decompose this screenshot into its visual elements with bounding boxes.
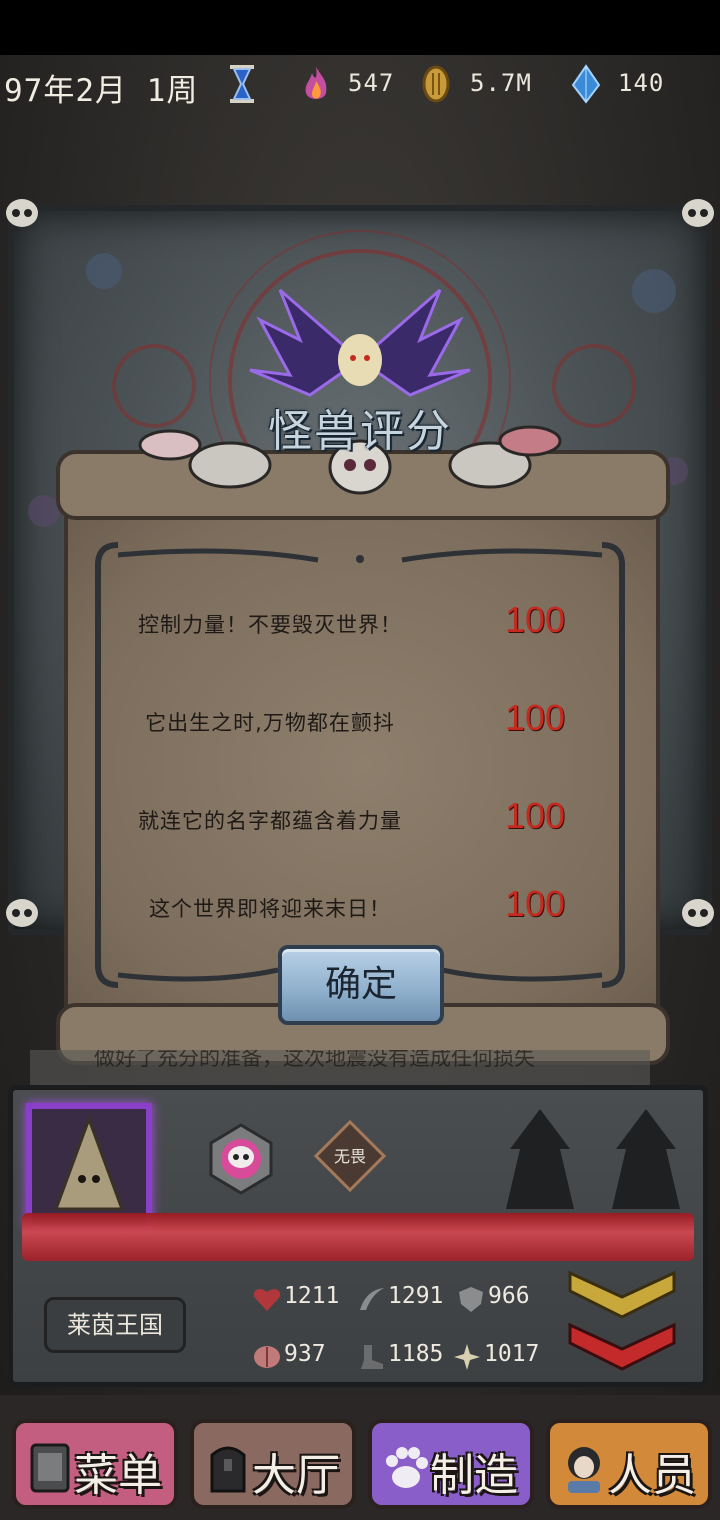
skull-ornament-icon <box>6 899 38 927</box>
bottom-nav: 菜单 大厅 制造 人员 <box>0 1395 720 1520</box>
stat-magic: 1017 <box>452 1339 552 1373</box>
dialog-title: 怪兽评分 <box>268 406 452 457</box>
top-hud: 97年2月 1周 547 5.7M 140 <box>0 55 720 115</box>
score-text: 它出生之时,万物都在颤抖 <box>145 711 395 735</box>
shield-icon <box>459 1287 483 1312</box>
nav-hall-label: 大厅 <box>252 1450 340 1501</box>
paw-icon <box>386 1447 428 1488</box>
trait-label: 无畏 <box>333 1147 366 1166</box>
score-text: 这个世界即将迎来末日！ <box>149 897 391 921</box>
claw-icon <box>360 1288 384 1310</box>
status-bar <box>0 0 720 55</box>
hp-value: 1211 <box>284 1283 340 1309</box>
magic-value: 1017 <box>484 1341 540 1367</box>
score-value: 100 <box>505 599 566 640</box>
downgrade-chevron-icon[interactable] <box>566 1319 678 1375</box>
stat-defense: 966 <box>456 1281 566 1315</box>
skull-badge-icon[interactable] <box>205 1121 277 1197</box>
confirm-button[interactable]: 确定 <box>278 945 444 1025</box>
nav-craft-label: 制造 <box>430 1450 518 1501</box>
nav-hall-button[interactable]: 大厅 <box>190 1419 356 1509</box>
sparkle-icon <box>454 1344 480 1370</box>
stat-speed: 1185 <box>356 1339 456 1373</box>
defense-value: 966 <box>488 1283 530 1309</box>
nav-staff-button[interactable]: 人员 <box>546 1419 712 1509</box>
gold-coin-icon <box>422 65 450 103</box>
skull-ornament-icon <box>682 199 714 227</box>
locked-slot-icon[interactable] <box>596 1099 696 1219</box>
intellect-value: 937 <box>284 1341 326 1367</box>
locked-slot-icon[interactable] <box>490 1099 590 1219</box>
score-row: 就连它的名字都蕴含着力量 100 <box>100 793 600 843</box>
health-bar <box>22 1213 694 1261</box>
flame-icon <box>305 67 327 99</box>
stat-hp: 1211 <box>252 1281 362 1315</box>
person-icon <box>568 1447 600 1493</box>
gold-value: 5.7M <box>470 69 532 97</box>
monster-portrait[interactable] <box>26 1103 152 1231</box>
stat-intellect: 937 <box>252 1339 352 1373</box>
event-log: 做好了充分的准备，这次地震没有造成任何损失 <box>30 1050 650 1088</box>
skull-ornament-icon <box>682 899 714 927</box>
score-text: 控制力量！不要毁灭世界！ <box>138 613 402 637</box>
door-icon <box>210 1446 246 1493</box>
upgrade-chevron-icon[interactable] <box>566 1267 678 1323</box>
attack-value: 1291 <box>388 1283 444 1309</box>
crystal-value: 140 <box>618 69 665 97</box>
kingdom-button[interactable]: 莱茵王国 <box>44 1297 186 1353</box>
nav-menu-label: 菜单 <box>74 1450 162 1501</box>
nav-menu-button[interactable]: 菜单 <box>12 1419 178 1509</box>
hooded-monster-icon <box>53 1114 125 1211</box>
score-row: 它出生之时,万物都在颤抖 100 <box>100 695 600 745</box>
heart-icon <box>253 1289 281 1311</box>
stat-attack: 1291 <box>356 1281 466 1315</box>
boot-icon <box>361 1345 383 1369</box>
winged-monster-icon <box>249 288 471 397</box>
hourglass-icon[interactable] <box>226 63 258 105</box>
score-value: 100 <box>505 697 566 738</box>
book-icon <box>30 1443 70 1493</box>
nav-staff-label: 人员 <box>608 1450 696 1501</box>
skull-ornament-icon <box>6 199 38 227</box>
brain-icon <box>254 1346 280 1368</box>
log-text: 做好了充分的准备，这次地震没有造成任何损失 <box>94 1050 535 1070</box>
crystal-icon <box>571 64 601 104</box>
flame-value: 547 <box>348 69 395 97</box>
date-display: 97年2月 1周 <box>4 73 199 109</box>
speed-value: 1185 <box>388 1341 444 1367</box>
score-value: 100 <box>505 883 566 924</box>
score-row: 控制力量！不要毁灭世界！ 100 <box>100 597 600 647</box>
game-screen: 97年2月 1周 547 5.7M 140 怪兽评分 控制力量！不要毁灭世界！ … <box>0 55 720 1520</box>
score-text: 就连它的名字都蕴含着力量 <box>138 809 402 833</box>
score-value: 100 <box>505 795 566 836</box>
nav-craft-button[interactable]: 制造 <box>368 1419 534 1509</box>
score-row: 这个世界即将迎来末日！ 100 <box>100 881 600 931</box>
